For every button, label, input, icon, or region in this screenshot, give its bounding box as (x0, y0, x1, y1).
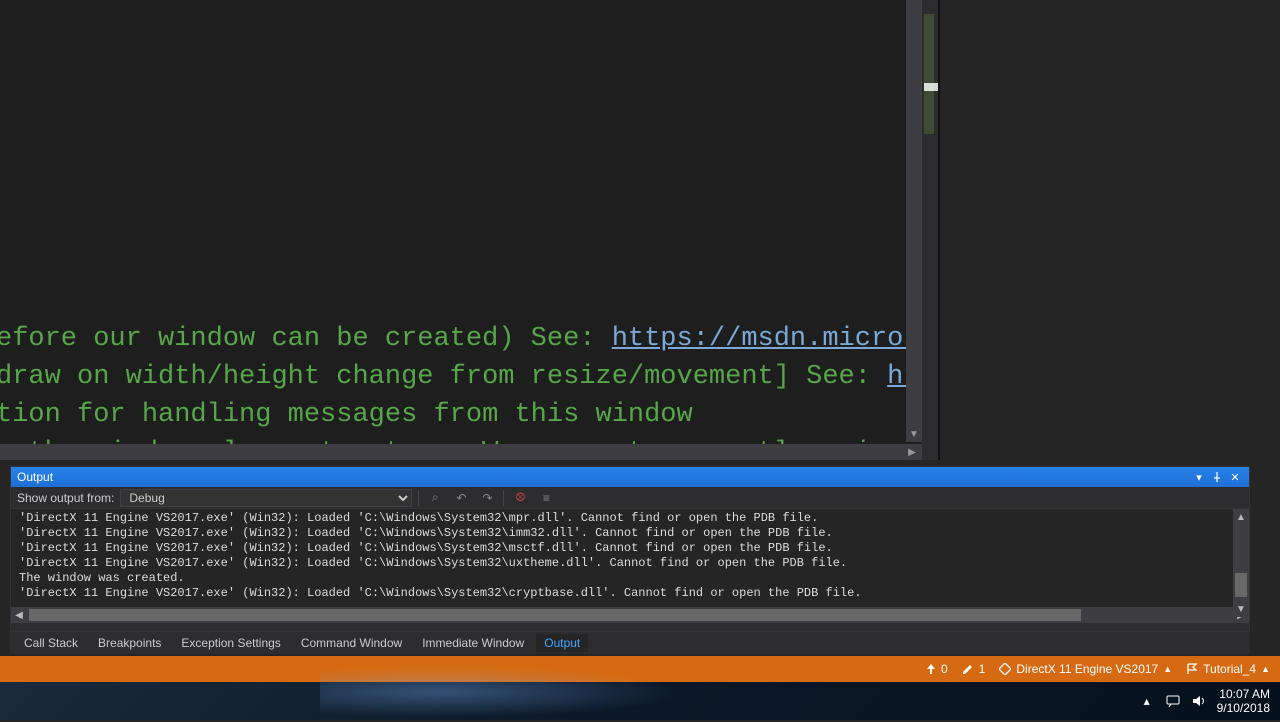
editor-vscrollbar[interactable]: ▼ (906, 0, 922, 442)
chevron-up-icon: ▲ (1261, 664, 1270, 674)
status-solution-name: Tutorial_4 (1203, 662, 1256, 676)
status-down-count: 1 (979, 662, 986, 676)
output-title-text: Output (17, 470, 53, 484)
scroll-up-icon[interactable]: ▲ (1233, 509, 1249, 525)
output-titlebar[interactable]: Output ▾ ✕ (11, 467, 1249, 487)
output-panel: Output ▾ ✕ Show output from: Debug ⌕ ↶ ↷… (10, 466, 1250, 632)
scroll-down-icon[interactable]: ▼ (1233, 601, 1249, 617)
window-dropdown-icon[interactable]: ▾ (1191, 469, 1207, 485)
scroll-left-icon[interactable]: ◀ (11, 607, 27, 623)
status-publish-up[interactable]: 0 (926, 662, 948, 676)
minimap-region (924, 14, 934, 134)
diamond-icon (999, 663, 1011, 675)
output-text[interactable]: 'DirectX 11 Engine VS2017.exe' (Win32): … (11, 509, 1249, 607)
find-icon[interactable]: ⌕ (425, 489, 445, 507)
hscroll-thumb[interactable] (29, 609, 1081, 621)
status-solution[interactable]: Tutorial_4 ▲ (1186, 662, 1270, 676)
tab-command-window[interactable]: Command Window (293, 634, 410, 652)
minimap-viewport[interactable] (924, 83, 938, 91)
bottom-tabstrip: Call StackBreakpointsException Settings C… (10, 632, 1250, 654)
close-icon[interactable]: ✕ (1227, 469, 1243, 485)
pencil-icon (962, 663, 974, 675)
arrow-up-icon (926, 663, 936, 675)
output-vscrollbar[interactable]: ▲ ▼ (1233, 509, 1249, 617)
status-project-name: DirectX 11 Engine VS2017 (1016, 662, 1158, 676)
tab-immediate-window[interactable]: Immediate Window (414, 634, 532, 652)
flag-icon (1186, 663, 1198, 675)
code-editor[interactable]: efore our window can be created) See: ht… (0, 0, 922, 444)
tab-breakpoints[interactable]: Breakpoints (90, 634, 169, 652)
clear-icon[interactable]: ⮾ (510, 489, 530, 507)
statusbar: 0 1 DirectX 11 Engine VS2017 ▲ Tutorial_… (0, 656, 1280, 682)
wordwrap-icon[interactable]: ≡ (536, 489, 556, 507)
output-toolbar: Show output from: Debug ⌕ ↶ ↷ ⮾ ≡ (11, 487, 1249, 509)
output-source-select[interactable]: Debug (120, 489, 412, 507)
editor-hscrollbar[interactable]: ▶ (0, 444, 922, 460)
tab-call-stack[interactable]: Call Stack (16, 634, 86, 652)
chevron-up-icon: ▲ (1163, 664, 1172, 674)
toolbar-separator (418, 490, 419, 506)
status-project[interactable]: DirectX 11 Engine VS2017 ▲ (999, 662, 1172, 676)
status-publish-down[interactable]: 1 (962, 662, 986, 676)
tray-chevron-up-icon[interactable]: ▴ (1139, 693, 1155, 709)
tray-clock[interactable]: 10:07 AM 9/10/2018 (1217, 687, 1270, 715)
toolbar-separator (503, 490, 504, 506)
tab-exception-settings[interactable]: Exception Settings (173, 634, 288, 652)
output-from-label: Show output from: (17, 491, 114, 505)
output-hscrollbar[interactable]: ◀ ▶ (11, 607, 1249, 623)
msdn-link[interactable]: https://msdn.micros (612, 324, 920, 354)
taskbar: ▴ 10:07 AM 9/10/2018 (0, 682, 1280, 720)
scroll-down-icon[interactable]: ▼ (906, 426, 922, 442)
tray-date: 9/10/2018 (1217, 701, 1270, 715)
next-icon[interactable]: ↷ (477, 489, 497, 507)
tab-output[interactable]: Output (536, 634, 588, 652)
action-center-icon[interactable] (1165, 693, 1181, 709)
code-text: efore our window can be created) See: ht… (0, 320, 920, 444)
volume-icon[interactable] (1191, 693, 1207, 709)
prev-icon[interactable]: ↶ (451, 489, 471, 507)
pin-icon[interactable] (1209, 469, 1225, 485)
system-tray[interactable]: ▴ 10:07 AM 9/10/2018 (1139, 687, 1280, 715)
tray-time: 10:07 AM (1217, 687, 1270, 701)
status-up-count: 0 (941, 662, 948, 676)
scroll-right-icon[interactable]: ▶ (904, 444, 920, 460)
right-pane (940, 0, 1280, 460)
vscroll-thumb[interactable] (1235, 573, 1247, 597)
